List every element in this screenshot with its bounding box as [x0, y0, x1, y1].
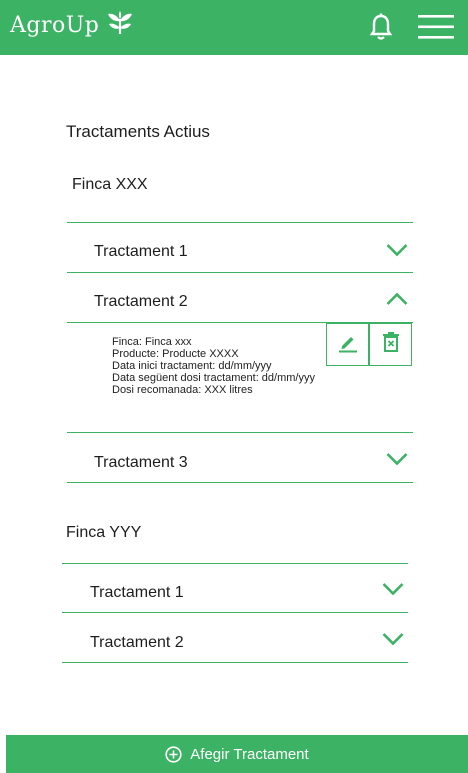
detail-dosi: Dosi recomanada: XXX litres: [112, 384, 253, 396]
farm-title: Finca XXX: [72, 176, 148, 193]
app-header: AgroUp: [0, 0, 468, 55]
treatment-details: Finca: Finca xxx Producte: Producte XXXX…: [112, 336, 315, 396]
add-treatment-label: Afegir Tractament: [190, 745, 309, 763]
add-treatment-button[interactable]: Afegir Tractament: [6, 735, 468, 773]
chevron-down-icon[interactable]: [382, 632, 404, 651]
divider: [62, 662, 408, 663]
chevron-down-icon[interactable]: [382, 582, 404, 601]
bell-icon[interactable]: [369, 13, 393, 46]
detail-producte: Producte: Producte XXXX: [112, 348, 239, 360]
hamburger-menu-icon[interactable]: [417, 12, 455, 47]
treatment-label[interactable]: Tractament 2: [94, 293, 188, 311]
chevron-down-icon[interactable]: [386, 243, 408, 262]
treatment-label[interactable]: Tractament 1: [94, 243, 188, 261]
detail-data-inici: Data inici tractament: dd/mm/yyy: [112, 360, 272, 372]
page-title: Tractaments Actius: [66, 122, 210, 141]
chevron-up-icon[interactable]: [386, 292, 408, 311]
detail-data-seguent: Data següent dosi tractament: dd/mm/yyy: [112, 372, 315, 384]
farm-title: Finca YYY: [66, 524, 142, 541]
pencil-icon: [337, 331, 359, 358]
divider: [67, 432, 413, 433]
divider: [62, 563, 408, 564]
app-logo[interactable]: AgroUp: [10, 11, 133, 40]
leaf-icon: [107, 11, 133, 40]
edit-button[interactable]: [326, 323, 369, 366]
divider: [67, 222, 413, 223]
treatment-label[interactable]: Tractament 2: [90, 634, 184, 652]
divider: [62, 612, 408, 613]
treatment-label[interactable]: Tractament 1: [90, 584, 184, 602]
chevron-down-icon[interactable]: [386, 452, 408, 471]
delete-button[interactable]: [369, 323, 412, 366]
app-name: AgroUp: [10, 13, 100, 38]
trash-icon: [382, 332, 400, 357]
plus-circle-icon: [165, 745, 182, 763]
treatment-label[interactable]: Tractament 3: [94, 454, 188, 472]
divider: [67, 482, 413, 483]
divider: [67, 272, 413, 273]
detail-finca: Finca: Finca xxx: [112, 336, 192, 348]
